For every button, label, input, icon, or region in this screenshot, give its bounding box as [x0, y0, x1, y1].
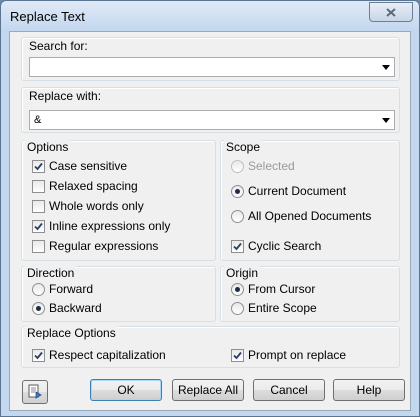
cancel-button[interactable]: Cancel — [253, 379, 325, 401]
checkbox-label: Prompt on replace — [248, 348, 347, 362]
checkbox-label: Case sensitive — [49, 159, 128, 173]
checkbox-label: Inline expressions only — [49, 219, 171, 233]
title-bar[interactable]: Replace Text — [1, 1, 419, 31]
replace-label: Replace with: — [27, 89, 104, 103]
options-label: Options — [25, 140, 71, 154]
dropdown-arrow-icon[interactable] — [381, 62, 391, 72]
dialog-title: Replace Text — [10, 9, 85, 24]
checkmark-icon — [233, 242, 242, 250]
checkbox-label: Whole words only — [49, 199, 144, 213]
checkbox-label: Relaxed spacing — [49, 179, 138, 193]
respect-capitalization-checkbox[interactable]: Respect capitalization — [32, 348, 166, 362]
dialog-client-area: Search for: Replace with: & Options Case… — [9, 31, 411, 411]
radio-circle[interactable] — [231, 209, 244, 223]
checkbox-box[interactable] — [32, 179, 45, 193]
checkbox-label: Cyclic Search — [248, 239, 322, 253]
inline-expressions-checkbox[interactable]: Inline expressions only — [32, 219, 170, 233]
radio-circle[interactable] — [32, 301, 45, 315]
checkmark-icon — [34, 351, 43, 359]
radio-label: Current Document — [248, 184, 347, 198]
checkmark-icon — [34, 162, 43, 170]
radio-label: All Opened Documents — [248, 209, 372, 223]
scope-selected-radio[interactable]: Selected — [231, 159, 295, 173]
document-settings-icon — [28, 384, 42, 399]
case-sensitive-checkbox[interactable]: Case sensitive — [32, 159, 127, 173]
checkbox-box[interactable] — [231, 239, 244, 253]
replace-text-dialog: Replace Text Search for: Replace with: & — [0, 0, 420, 417]
origin-label: Origin — [224, 266, 261, 280]
direction-group: Direction Forward Backward — [21, 266, 216, 322]
search-group: Search for: — [21, 37, 400, 81]
regular-expressions-checkbox[interactable]: Regular expressions — [32, 239, 158, 253]
checkbox-box[interactable] — [231, 348, 244, 362]
replace-options-group: Replace Options Respect capitalization P… — [21, 326, 400, 368]
radio-label: Entire Scope — [248, 301, 317, 315]
checkbox-label: Regular expressions — [49, 239, 159, 253]
origin-from-cursor-radio[interactable]: From Cursor — [231, 282, 315, 296]
origin-group: Origin From Cursor Entire Scope — [220, 266, 400, 322]
settings-icon-button[interactable] — [22, 380, 48, 404]
checkmark-icon — [233, 351, 242, 359]
scope-all-opened-radio[interactable]: All Opened Documents — [231, 209, 371, 223]
radio-circle[interactable] — [231, 159, 244, 173]
prompt-on-replace-checkbox[interactable]: Prompt on replace — [231, 348, 346, 362]
help-button[interactable]: Help — [333, 379, 405, 401]
relaxed-spacing-checkbox[interactable]: Relaxed spacing — [32, 179, 138, 193]
checkbox-box[interactable] — [32, 199, 45, 213]
radio-label: Forward — [49, 282, 94, 296]
checkbox-label: Respect capitalization — [49, 348, 166, 362]
replace-all-button[interactable]: Replace All — [172, 379, 244, 401]
direction-forward-radio[interactable]: Forward — [32, 282, 93, 296]
search-label: Search for: — [27, 39, 90, 53]
replace-options-label: Replace Options — [25, 326, 118, 340]
direction-label: Direction — [25, 266, 77, 280]
checkbox-box[interactable] — [32, 348, 45, 362]
scope-group: Scope Selected Current Document All Open… — [220, 140, 400, 261]
whole-words-checkbox[interactable]: Whole words only — [32, 199, 144, 213]
direction-backward-radio[interactable]: Backward — [32, 301, 102, 315]
close-button[interactable] — [369, 2, 413, 22]
replace-value: & — [34, 114, 42, 126]
checkbox-box[interactable] — [32, 239, 45, 253]
ok-button[interactable]: OK — [90, 379, 162, 401]
search-combobox[interactable] — [29, 57, 395, 77]
checkbox-box[interactable] — [32, 219, 45, 233]
origin-entire-scope-radio[interactable]: Entire Scope — [231, 301, 317, 315]
checkbox-box[interactable] — [32, 159, 45, 173]
radio-circle[interactable] — [231, 301, 244, 315]
close-icon — [386, 7, 396, 17]
cyclic-search-checkbox[interactable]: Cyclic Search — [231, 239, 321, 253]
scope-label: Scope — [224, 140, 263, 154]
radio-label: Selected — [248, 159, 295, 173]
radio-circle[interactable] — [32, 282, 45, 296]
scope-current-document-radio[interactable]: Current Document — [231, 184, 346, 198]
replace-group: Replace with: & — [21, 87, 400, 133]
radio-label: Backward — [49, 301, 102, 315]
replace-combobox[interactable]: & — [29, 110, 395, 130]
radio-label: From Cursor — [248, 282, 316, 296]
radio-circle[interactable] — [231, 184, 244, 198]
radio-circle[interactable] — [231, 282, 244, 296]
dropdown-arrow-icon[interactable] — [381, 115, 391, 125]
options-group: Options Case sensitive Relaxed spacing W… — [21, 140, 216, 261]
checkmark-icon — [34, 222, 43, 230]
